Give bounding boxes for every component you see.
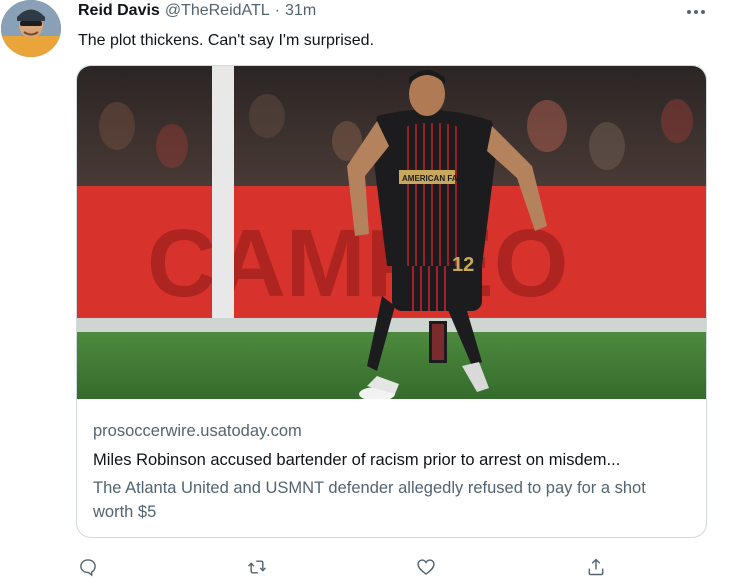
card-domain: prosoccerwire.usatoday.com (93, 422, 302, 440)
reply-button[interactable] (76, 555, 100, 579)
avatar-image (1, 0, 61, 57)
author-name[interactable]: Reid Davis (78, 2, 160, 20)
author-handle[interactable]: @TheReidATL (165, 2, 270, 20)
tweet-text: The plot thickens. Can't say I'm surpris… (78, 32, 375, 49)
card-body: prosoccerwire.usatoday.com Miles Robinso… (93, 421, 693, 524)
avatar[interactable] (1, 0, 61, 57)
tweet-timestamp[interactable]: 31m (285, 2, 316, 20)
header-separator: · (274, 2, 281, 19)
more-options-button[interactable] (676, 4, 716, 20)
jersey-sponsor: AMERICAN FAMILY (402, 174, 477, 183)
share-icon (588, 558, 604, 576)
retweet-button[interactable] (245, 555, 269, 579)
card-title[interactable]: Miles Robinson accused bartender of raci… (93, 450, 693, 470)
tweet-actions (76, 555, 656, 579)
more-horizontal-icon (687, 10, 705, 14)
card-image[interactable]: CAMPEO AMERICAN FAMILY 12 (77, 66, 706, 399)
card-description: The Atlanta United and USMNT defender al… (93, 479, 646, 521)
like-icon (417, 559, 435, 575)
like-button[interactable] (414, 555, 438, 579)
link-card[interactable]: CAMPEO AMERICAN FAMILY 12 prosoccerwire.… (76, 65, 707, 538)
share-button[interactable] (584, 555, 608, 579)
tweet-header: Reid Davis @TheReidATL · 31m (78, 0, 316, 22)
retweet-icon (247, 560, 267, 574)
jersey-number: 12 (452, 254, 474, 276)
reply-icon (80, 559, 96, 577)
